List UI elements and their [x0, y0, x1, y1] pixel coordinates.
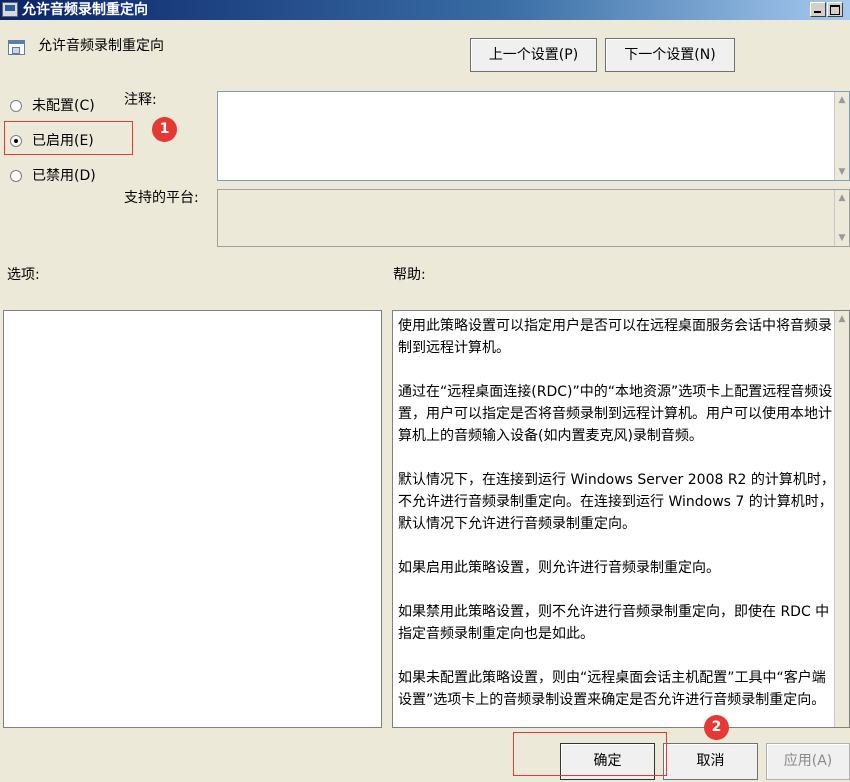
scroll-up-icon[interactable]: ▲: [837, 94, 847, 106]
radio-circle-icon: [10, 170, 22, 182]
help-panel[interactable]: 使用此策略设置可以指定用户是否可以在远程桌面服务会话中将音频录制到远程计算机。 …: [392, 310, 850, 728]
annotation-highlight-enabled: [4, 121, 133, 155]
radio-circle-icon: [10, 100, 22, 112]
scroll-up-icon[interactable]: ▲: [837, 192, 847, 204]
radio-not-configured[interactable]: 未配置(C): [10, 97, 120, 115]
platform-scrollbar[interactable]: ▲ ▼: [834, 190, 849, 246]
previous-setting-button[interactable]: 上一个设置(P): [470, 38, 597, 72]
annotation-badge-2: 2: [704, 715, 729, 740]
help-paragraph: 通过在“远程桌面连接(RDC)”中的“本地资源”选项卡上配置远程音频设置，用户可…: [398, 384, 833, 444]
window-title: 允许音频录制重定向: [22, 2, 148, 18]
options-label: 选项:: [7, 267, 40, 283]
supported-platform-field: ▲ ▼: [217, 189, 850, 247]
help-text: 使用此策略设置可以指定用户是否可以在远程桌面服务会话中将音频录制到远程计算机。 …: [398, 315, 838, 711]
supported-platform-label: 支持的平台:: [124, 190, 199, 206]
help-label: 帮助:: [393, 267, 426, 283]
help-paragraph: 如果禁用此策略设置，则不允许进行音频录制重定向，即使在 RDC 中指定音频录制重…: [398, 604, 830, 642]
policy-title: 允许音频录制重定向: [38, 38, 164, 54]
help-paragraph: 如果启用此策略设置，则允许进行音频录制重定向。: [398, 560, 720, 576]
comment-textarea[interactable]: ▲ ▼: [217, 91, 850, 181]
radio-label: 已禁用(D): [32, 168, 96, 184]
radio-label: 未配置(C): [32, 98, 95, 114]
window-icon: [2, 2, 18, 17]
scroll-down-icon[interactable]: ▼: [837, 166, 847, 178]
options-panel: [3, 310, 382, 728]
minimize-button[interactable]: [810, 2, 826, 17]
next-setting-button[interactable]: 下一个设置(N): [605, 38, 735, 72]
policy-icon: [8, 40, 25, 55]
maximize-button[interactable]: [827, 2, 843, 17]
scroll-down-icon[interactable]: ▼: [837, 232, 847, 244]
cancel-button[interactable]: 取消: [663, 743, 758, 780]
radio-disabled[interactable]: 已禁用(D): [10, 167, 120, 185]
apply-button[interactable]: 应用(A): [766, 743, 850, 780]
help-paragraph: 使用此策略设置可以指定用户是否可以在远程桌面服务会话中将音频录制到远程计算机。: [398, 318, 832, 356]
annotation-highlight-ok: [513, 732, 667, 776]
help-paragraph: 默认情况下，在连接到运行 Windows Server 2008 R2 的计算机…: [398, 472, 835, 532]
title-bar: 允许音频录制重定向: [0, 0, 850, 20]
comment-label: 注释:: [124, 92, 157, 108]
help-scrollbar[interactable]: ▲: [834, 311, 849, 727]
annotation-badge-1: 1: [152, 117, 177, 142]
scroll-up-icon[interactable]: ▲: [837, 313, 847, 325]
comment-scrollbar[interactable]: ▲ ▼: [834, 92, 849, 180]
help-paragraph: 如果未配置此策略设置，则由“远程桌面会话主机配置”工具中“客户端设置”选项卡上的…: [398, 670, 826, 708]
